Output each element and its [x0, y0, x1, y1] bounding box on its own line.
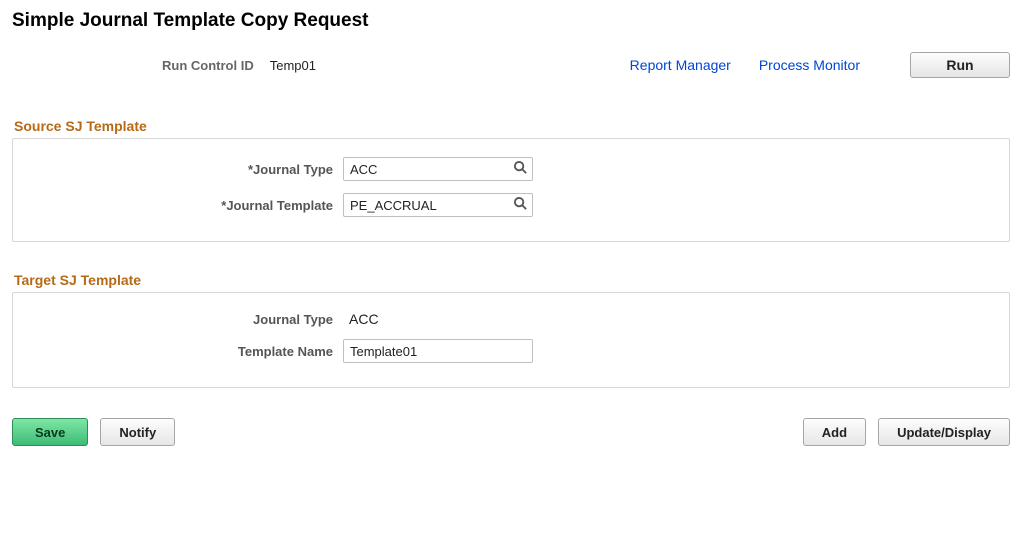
target-template-name-input[interactable] [343, 339, 533, 363]
lookup-icon[interactable] [513, 160, 528, 178]
run-control-id-label: Run Control ID [162, 58, 254, 73]
report-manager-link[interactable]: Report Manager [630, 57, 731, 73]
process-monitor-link[interactable]: Process Monitor [759, 57, 860, 73]
top-links: Report Manager Process Monitor [630, 57, 860, 73]
page-title: Simple Journal Template Copy Request [12, 10, 1010, 32]
lookup-icon[interactable] [513, 196, 528, 214]
top-row: Run Control ID Temp01 Report Manager Pro… [12, 52, 1010, 78]
button-bar: Save Notify Add Update/Display [12, 418, 1010, 446]
target-journal-type-value: ACC [343, 311, 379, 327]
notify-button[interactable]: Notify [100, 418, 175, 446]
target-section-title: Target SJ Template [14, 272, 1010, 288]
update-display-button[interactable]: Update/Display [878, 418, 1010, 446]
source-journal-template-label: *Journal Template [23, 198, 343, 213]
target-journal-type-label: Journal Type [23, 312, 343, 327]
source-group: *Journal Type *Journal Template [12, 138, 1010, 242]
source-journal-template-input[interactable] [343, 193, 533, 217]
target-template-name-label: Template Name [23, 344, 343, 359]
run-button[interactable]: Run [910, 52, 1010, 78]
source-journal-type-input[interactable] [343, 157, 533, 181]
source-journal-type-label: *Journal Type [23, 162, 343, 177]
save-button[interactable]: Save [12, 418, 88, 446]
run-control-id-value: Temp01 [270, 58, 316, 73]
target-group: Journal Type ACC Template Name [12, 292, 1010, 388]
add-button[interactable]: Add [803, 418, 866, 446]
source-section-title: Source SJ Template [14, 118, 1010, 134]
